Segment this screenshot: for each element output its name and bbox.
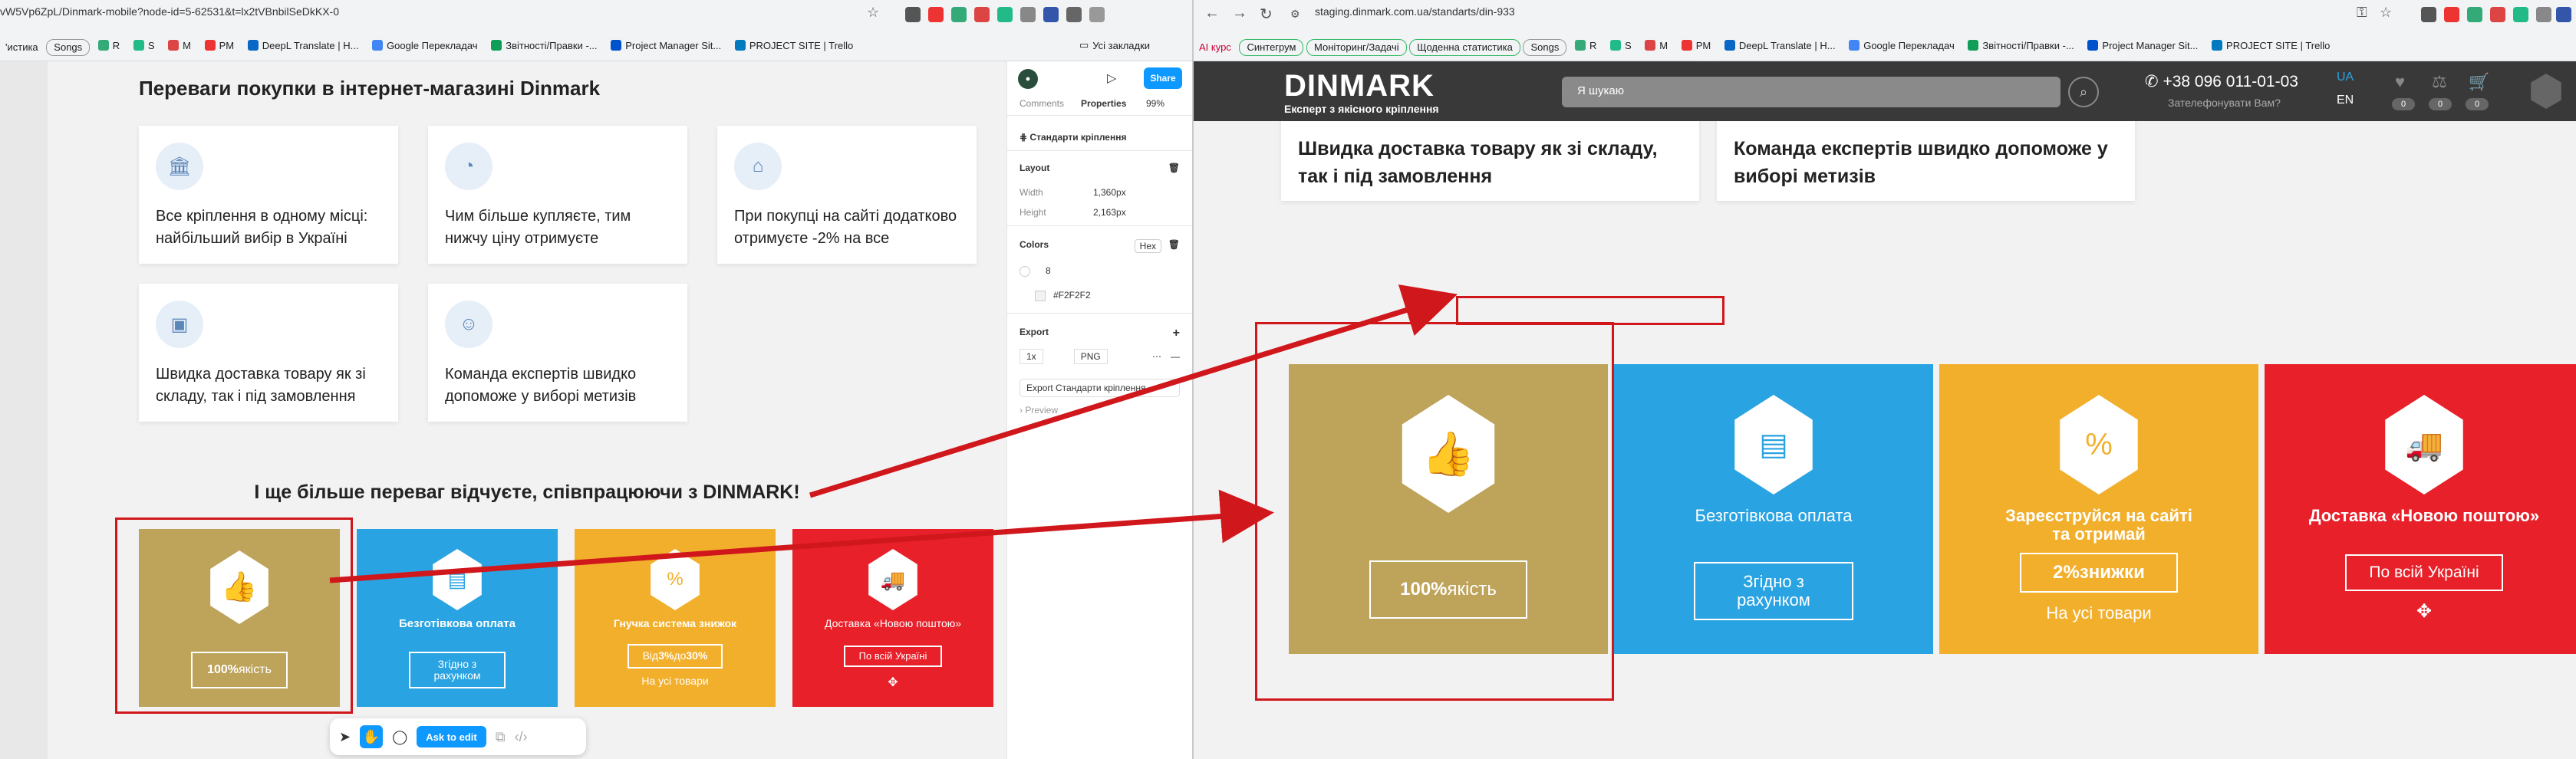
annotation-arrows bbox=[329, 284, 1458, 583]
annotation-arrow bbox=[329, 489, 1274, 583]
annotation-arrow bbox=[809, 284, 1458, 498]
screen: vW5Vp6ZpL/Dinmark-mobile?node-id=5-62531… bbox=[0, 0, 2576, 759]
